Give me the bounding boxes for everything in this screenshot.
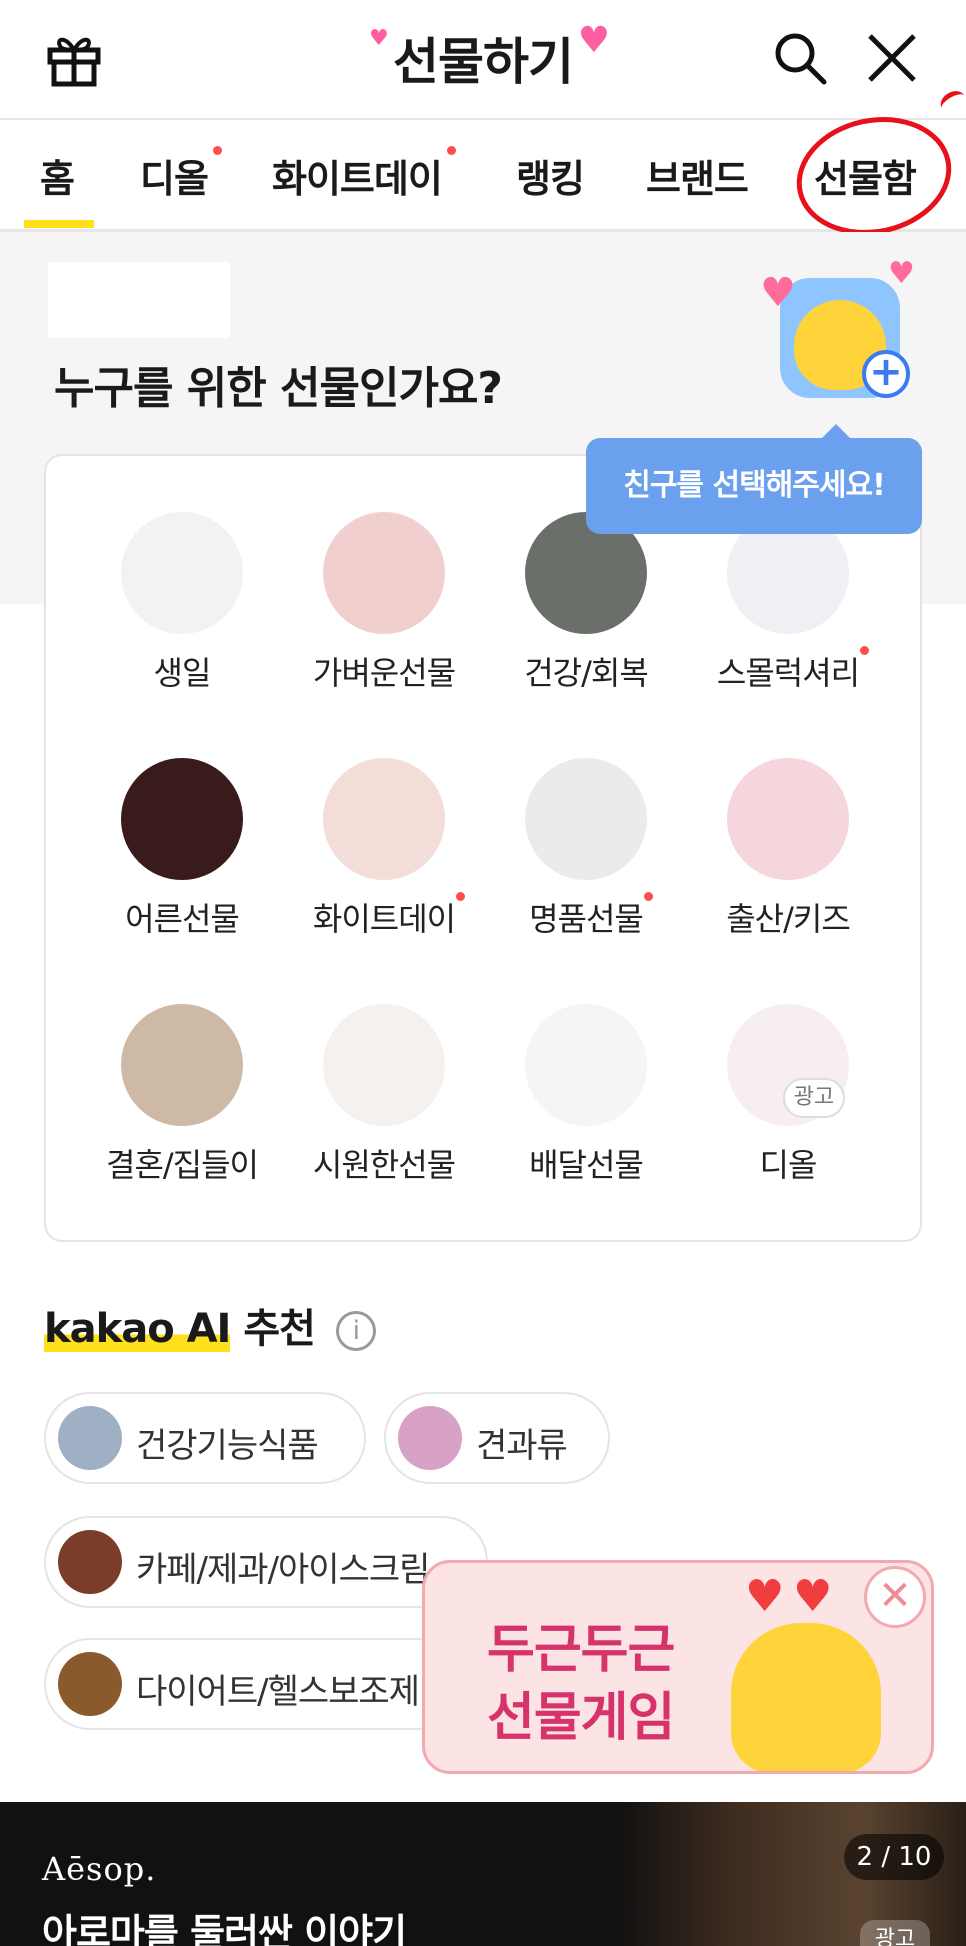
info-icon[interactable]: i bbox=[335, 1311, 376, 1351]
friend-section-title: 누구를 위한 선물인가요? bbox=[54, 363, 503, 414]
category-label: 스몰럭셔리 bbox=[716, 654, 860, 692]
category-image bbox=[121, 512, 243, 634]
ai-brand: kakao AI bbox=[44, 1306, 231, 1352]
category-image bbox=[121, 1004, 243, 1126]
category-birthday[interactable]: 생일 bbox=[82, 512, 282, 694]
category-label: 배달선물 bbox=[529, 1146, 644, 1184]
category-health[interactable]: 건강/회복 bbox=[486, 512, 686, 694]
category-delivery[interactable]: 배달선물 bbox=[486, 1004, 686, 1186]
tab-ranking[interactable]: 랭킹 bbox=[516, 148, 585, 203]
chip-label: 다이어트/헬스보조제 bbox=[136, 1672, 420, 1712]
category-image bbox=[525, 1004, 647, 1126]
active-tab-indicator bbox=[24, 220, 94, 228]
tab-label: 랭킹 bbox=[516, 157, 585, 201]
ai-recommend-title: kakao AI 추천 i bbox=[44, 1296, 376, 1354]
ai-chip-diet[interactable]: 다이어트/헬스보조제 bbox=[44, 1638, 464, 1730]
tab-home[interactable]: 홈 bbox=[40, 148, 75, 203]
chip-thumbnail bbox=[58, 1406, 122, 1470]
category-label: 명품선물 bbox=[529, 900, 644, 938]
category-whiteday[interactable]: 화이트데이 bbox=[284, 758, 484, 940]
category-label: 가벼운선물 bbox=[312, 654, 456, 692]
category-label: 건강/회복 bbox=[524, 654, 649, 692]
heart-icon: ♥ bbox=[760, 270, 796, 316]
category-image bbox=[323, 1004, 445, 1126]
gift-game-promo[interactable]: 두근두근 선물게임 ♥ ♥ bbox=[422, 1560, 934, 1774]
ai-chip-nuts[interactable]: 견과류 bbox=[384, 1392, 610, 1484]
category-label: 시원한선물 bbox=[312, 1146, 456, 1184]
category-luxury[interactable]: 명품선물 bbox=[486, 758, 686, 940]
category-label: 화이트데이 bbox=[312, 900, 456, 938]
tab-label: 화이트데이 bbox=[272, 157, 443, 201]
banner-brand: Aēsop. bbox=[42, 1850, 157, 1888]
category-dior-ad[interactable]: 광고 디올 bbox=[688, 1004, 888, 1186]
tab-label: 디올 bbox=[140, 157, 209, 201]
chip-thumbnail bbox=[58, 1652, 122, 1716]
category-card: 생일 가벼운선물 건강/회복 스몰럭셔리 어른선물 화이트데이 명품선물 출산/… bbox=[44, 454, 922, 1242]
tab-label: 브랜드 bbox=[646, 157, 749, 201]
new-dot bbox=[643, 892, 653, 901]
promo-close-button[interactable]: ✕ bbox=[864, 1566, 926, 1628]
ad-badge: 광고 bbox=[783, 1078, 845, 1118]
category-image bbox=[323, 512, 445, 634]
ad-badge: 광고 bbox=[860, 1920, 930, 1946]
chip-label: 카페/제과/아이스크림 bbox=[136, 1550, 430, 1590]
new-dot bbox=[860, 646, 870, 655]
category-light-gift[interactable]: 가벼운선물 bbox=[284, 512, 484, 694]
category-image bbox=[727, 758, 849, 880]
heart-icon: ♥ bbox=[793, 1571, 833, 1622]
add-friend-icon[interactable]: + bbox=[862, 350, 910, 398]
tab-dior[interactable]: 디올 bbox=[140, 146, 222, 203]
page-title-text: 선물하기 bbox=[393, 33, 574, 91]
top-bar: ♥ 선물하기 ♥ bbox=[0, 0, 966, 120]
category-elder-gift[interactable]: 어른선물 bbox=[82, 758, 282, 940]
tab-whiteday[interactable]: 화이트데이 bbox=[272, 146, 456, 203]
search-icon[interactable] bbox=[770, 28, 830, 88]
category-image bbox=[323, 758, 445, 880]
category-baby-kids[interactable]: 출산/키즈 bbox=[688, 758, 888, 940]
category-cool-gift[interactable]: 시원한선물 bbox=[284, 1004, 484, 1186]
promo-title-line1: 두근두근 bbox=[487, 1620, 675, 1680]
category-image bbox=[121, 758, 243, 880]
select-friend-tooltip[interactable]: 친구를 선택해주세요! bbox=[586, 424, 922, 534]
close-icon[interactable] bbox=[862, 28, 922, 88]
ai-chip-health-food[interactable]: 건강기능식품 bbox=[44, 1392, 366, 1484]
category-image bbox=[525, 758, 647, 880]
category-label: 어른선물 bbox=[125, 900, 240, 938]
new-dot bbox=[456, 892, 466, 901]
new-dot bbox=[212, 146, 222, 155]
aesop-banner[interactable]: Aēsop. 아로마를 둘러싼 이야기 2 / 10 광고 bbox=[0, 1802, 966, 1946]
chip-thumbnail bbox=[398, 1406, 462, 1470]
chip-label: 견과류 bbox=[476, 1426, 568, 1466]
heart-icon: ♥ bbox=[888, 256, 915, 291]
category-wedding[interactable]: 결혼/집들이 bbox=[82, 1004, 282, 1186]
category-small-luxury[interactable]: 스몰럭셔리 bbox=[688, 512, 888, 694]
heart-icon: ♥ bbox=[745, 1571, 785, 1622]
category-label: 출산/키즈 bbox=[726, 900, 851, 938]
ai-suffix: 추천 bbox=[243, 1306, 316, 1352]
category-label: 결혼/집들이 bbox=[106, 1146, 259, 1184]
promo-title-line2: 선물게임 bbox=[487, 1688, 675, 1748]
banner-page-indicator: 2 / 10 bbox=[844, 1834, 944, 1880]
tab-brand[interactable]: 브랜드 bbox=[646, 148, 749, 203]
category-label: 생일 bbox=[153, 654, 212, 692]
character-illustration bbox=[731, 1623, 881, 1771]
category-label: 디올 bbox=[759, 1146, 818, 1184]
heart-icon: ♥ bbox=[369, 26, 389, 51]
banner-text: 아로마를 둘러싼 이야기 bbox=[42, 1911, 407, 1946]
heart-icon: ♥ bbox=[577, 20, 610, 61]
chip-thumbnail bbox=[58, 1530, 122, 1594]
tab-label: 홈 bbox=[40, 157, 75, 201]
category-image: 광고 bbox=[727, 1004, 849, 1126]
new-dot bbox=[446, 146, 456, 155]
blank-box bbox=[48, 262, 230, 338]
chip-label: 건강기능식품 bbox=[136, 1426, 319, 1466]
